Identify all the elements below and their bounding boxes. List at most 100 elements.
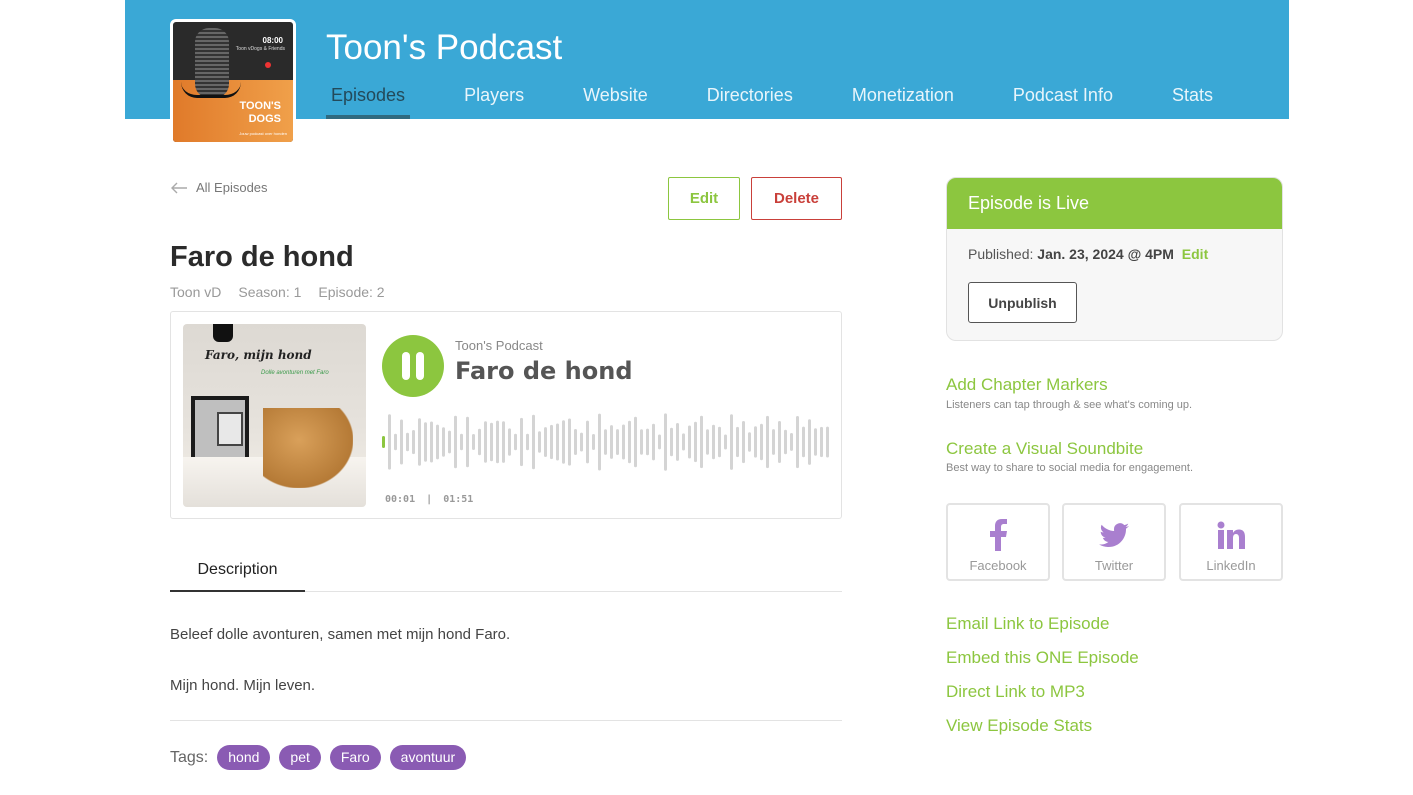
- waveform-bar: [706, 429, 709, 455]
- view-episode-stats-link[interactable]: View Episode Stats: [946, 716, 1092, 736]
- dog-shape: [263, 408, 353, 488]
- nav-website[interactable]: Website: [578, 84, 653, 119]
- waveform-bar: [442, 427, 445, 457]
- lamp-shape: [213, 324, 233, 342]
- artwork-title: Faro, mijn hond: [205, 348, 312, 362]
- waveform-bar: [784, 429, 787, 455]
- waveform-bar: [796, 416, 799, 469]
- tag-chip[interactable]: Faro: [329, 745, 381, 770]
- divider: [170, 720, 842, 721]
- waveform-bar: [730, 414, 733, 470]
- chapter-markers-hint: Listeners can tap through & see what's c…: [946, 399, 1193, 411]
- status-header: Episode is Live: [947, 178, 1282, 229]
- waveform-bar: [538, 431, 541, 453]
- waveform-bar: [592, 434, 595, 450]
- waveform-bar: [412, 430, 415, 455]
- tag-chip[interactable]: avontuur: [389, 745, 467, 770]
- share-twitter-button[interactable]: Twitter: [1062, 503, 1166, 581]
- waveform-bar: [586, 420, 589, 464]
- tag-chip[interactable]: hond: [217, 745, 271, 770]
- waveform-bar: [694, 421, 697, 463]
- waveform-bar: [580, 432, 583, 452]
- published-info: Published: Jan. 23, 2024 @ 4PM Edit: [968, 246, 1208, 262]
- episode-meta: Toon vD Season: 1 Episode: 2: [170, 284, 402, 300]
- tag-chip[interactable]: pet: [279, 745, 321, 770]
- waveform-bar: [460, 433, 463, 451]
- add-chapter-markers-link[interactable]: Add Chapter Markers: [946, 375, 1108, 395]
- arrow-left-icon: [171, 182, 187, 193]
- waveform-bar: [604, 429, 607, 455]
- episode-author: Toon vD: [170, 284, 222, 300]
- waveform-bar: [646, 428, 649, 456]
- tags-label: Tags:: [170, 748, 209, 766]
- cover-name: TOON'S DOGS: [239, 100, 281, 125]
- published-date: Jan. 23, 2024 @ 4PM: [1037, 246, 1174, 262]
- share-linkedin-button[interactable]: LinkedIn: [1179, 503, 1283, 581]
- waveform-bar: [490, 422, 493, 462]
- current-time: 00:01: [385, 494, 416, 505]
- waveform-bar: [766, 415, 769, 469]
- share-label: Twitter: [1094, 558, 1134, 573]
- waveform-bar: [712, 424, 715, 460]
- direct-mp3-link[interactable]: Direct Link to MP3: [946, 682, 1085, 702]
- create-soundbite-link[interactable]: Create a Visual Soundbite: [946, 439, 1143, 459]
- waveform-bar: [484, 421, 487, 463]
- back-to-all-episodes[interactable]: All Episodes: [170, 180, 268, 195]
- waveform-bar: [628, 420, 631, 464]
- soundbite-hint: Best way to share to social media for en…: [946, 462, 1194, 474]
- tab-description[interactable]: Description: [170, 549, 305, 592]
- waveform-bar: [700, 415, 703, 469]
- time-separator: |: [426, 494, 433, 505]
- player-show-name: Toon's Podcast: [455, 338, 543, 353]
- waveform-bar: [760, 423, 763, 461]
- waveform-scrubber[interactable]: [382, 410, 832, 474]
- twitter-icon: [1064, 519, 1164, 551]
- waveform-bar: [670, 427, 673, 457]
- episode-status-card: Episode is Live Published: Jan. 23, 2024…: [946, 177, 1283, 341]
- episode-season: Season: 1: [238, 284, 302, 300]
- main-nav: Episodes Players Website Directories Mon…: [326, 84, 1267, 119]
- waveform-bar: [394, 433, 397, 451]
- email-link-to-episode[interactable]: Email Link to Episode: [946, 614, 1109, 634]
- podcast-cover-image[interactable]: 08:00 Toon vDogs & Friends TOON'S DOGS J…: [170, 19, 296, 145]
- description-line-2: Mijn hond. Mijn leven.: [170, 677, 316, 694]
- embed-episode-link[interactable]: Embed this ONE Episode: [946, 648, 1139, 668]
- waveform-bar: [778, 421, 781, 463]
- nav-monetization[interactable]: Monetization: [847, 84, 959, 119]
- delete-button[interactable]: Delete: [751, 177, 842, 220]
- nav-directories[interactable]: Directories: [702, 84, 798, 119]
- waveform-bar: [556, 423, 559, 461]
- edit-button[interactable]: Edit: [668, 177, 740, 220]
- waveform-bar: [478, 428, 481, 456]
- back-link-label: All Episodes: [196, 180, 268, 195]
- waveform-bar: [736, 426, 739, 458]
- waveform-bar: [652, 423, 655, 461]
- nav-episodes[interactable]: Episodes: [326, 84, 411, 119]
- nav-stats[interactable]: Stats: [1167, 84, 1218, 119]
- edit-publish-date-link[interactable]: Edit: [1182, 246, 1208, 262]
- waveform-bar: [448, 430, 451, 454]
- artwork-subtitle: Dolle avonturen met Faro: [261, 370, 329, 376]
- waveform-bar: [514, 433, 517, 451]
- nav-players[interactable]: Players: [459, 84, 529, 119]
- episode-tabs: Description: [170, 549, 842, 592]
- waveform-bar: [676, 423, 679, 461]
- waveform-bar: [688, 425, 691, 459]
- waveform-bar: [790, 433, 793, 451]
- waveform-bar: [550, 424, 553, 460]
- waveform-bar: [418, 418, 421, 466]
- episode-title: Faro de hond: [170, 241, 354, 273]
- waveform-bar: [682, 433, 685, 451]
- unpublish-button[interactable]: Unpublish: [968, 282, 1077, 323]
- waveform-bar: [802, 426, 805, 458]
- waveform-bar: [622, 424, 625, 460]
- waveform-bar: [598, 413, 601, 471]
- waveform-bar: [388, 414, 391, 470]
- waveform-bar: [820, 426, 823, 458]
- nav-podcast-info[interactable]: Podcast Info: [1008, 84, 1118, 119]
- share-facebook-button[interactable]: Facebook: [946, 503, 1050, 581]
- episode-number: Episode: 2: [318, 284, 385, 300]
- waveform-bar: [772, 429, 775, 455]
- waveform-bar: [754, 426, 757, 458]
- pause-button[interactable]: [382, 335, 444, 397]
